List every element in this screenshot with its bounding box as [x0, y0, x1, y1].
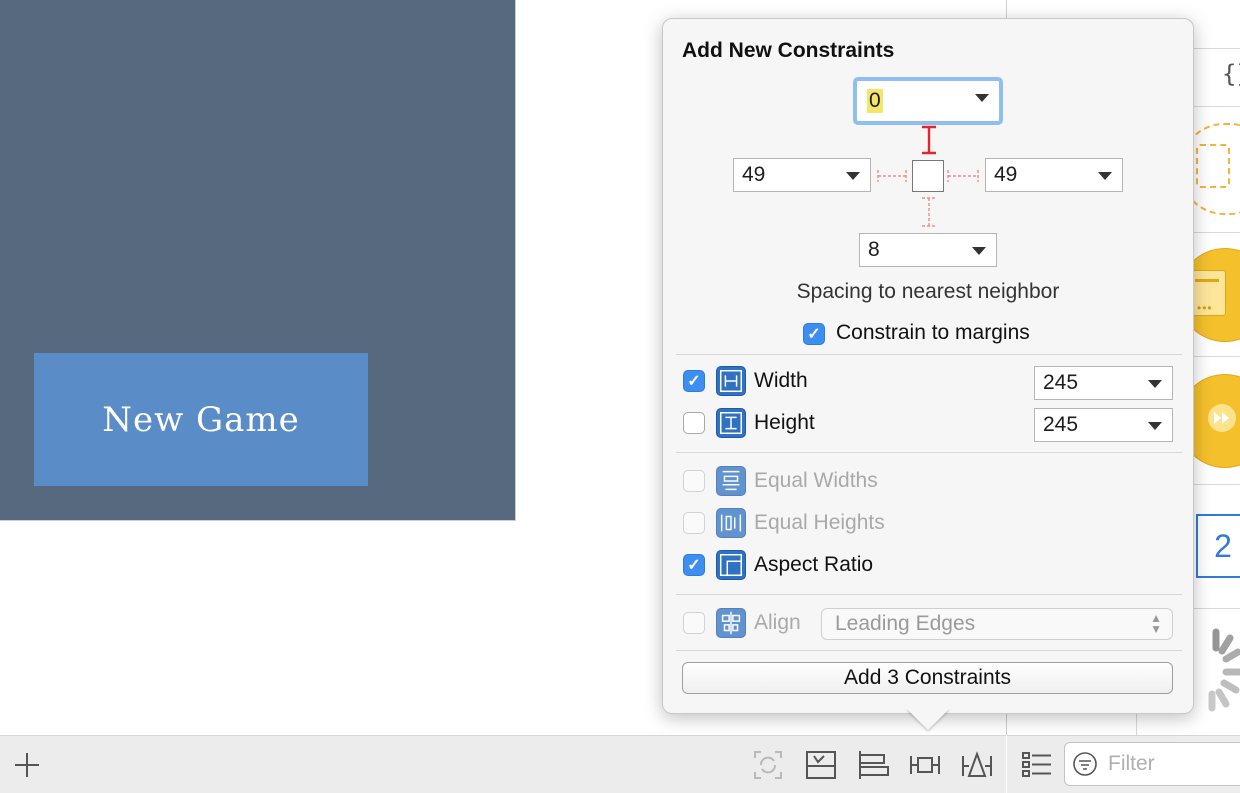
height-value: 245: [1043, 413, 1079, 436]
right-spacing-value: 49: [994, 163, 1018, 186]
section-divider: [676, 594, 1182, 595]
align-edges-icon: [716, 608, 746, 638]
view-object-icon: [1196, 144, 1230, 188]
equal-widths-icon: [716, 466, 746, 496]
spacing-caption: Spacing to nearest neighbor: [796, 280, 1060, 303]
add-constraints-button[interactable]: Add 3 Constraints: [682, 662, 1173, 694]
height-checkbox[interactable]: [683, 412, 705, 434]
activity-indicator-icon[interactable]: [1186, 622, 1240, 722]
resolve-issues-icon[interactable]: [960, 748, 994, 782]
align-label: Align: [754, 611, 801, 634]
top-spacing-value: 0: [867, 89, 883, 113]
filter-icon: [1073, 752, 1097, 776]
section-divider: [676, 354, 1182, 355]
aspect-ratio-checkbox[interactable]: ✓: [683, 554, 705, 576]
bottom-constraint-strut-icon[interactable]: [918, 196, 940, 228]
left-spacing-value: 49: [742, 163, 766, 186]
library-item-stepper[interactable]: 2: [1196, 514, 1240, 578]
align-edges-select[interactable]: Leading Edges ▲ ▼: [821, 608, 1173, 640]
chevron-down-icon[interactable]: [972, 247, 986, 255]
align-icon[interactable]: [857, 748, 891, 782]
chevron-down-icon[interactable]: [1148, 422, 1162, 430]
right-constraint-strut-icon[interactable]: [946, 166, 980, 186]
left-constraint-strut-icon[interactable]: [876, 166, 908, 186]
canvas-bottom-toolbar: [0, 735, 1006, 793]
width-value-field[interactable]: 245: [1034, 366, 1173, 400]
chevron-down-icon[interactable]: [1098, 172, 1112, 180]
constrained-view-box: [912, 160, 944, 192]
equal-heights-checkbox[interactable]: [683, 512, 705, 534]
section-divider: [676, 452, 1182, 453]
equal-heights-label: Equal Heights: [754, 511, 885, 534]
update-frames-icon[interactable]: [751, 748, 785, 782]
embed-stack-icon[interactable]: [804, 748, 838, 782]
height-label: Height: [754, 411, 815, 434]
height-value-field[interactable]: 245: [1034, 408, 1173, 442]
equal-widths-checkbox[interactable]: [683, 470, 705, 492]
aspect-ratio-label: Aspect Ratio: [754, 553, 874, 576]
width-label: Width: [754, 369, 808, 392]
constrain-to-margins-label: Constrain to margins: [836, 321, 1030, 344]
right-spacing-field[interactable]: 49: [985, 158, 1123, 192]
up-down-chevron-icon: ▲ ▼: [1150, 611, 1162, 636]
top-spacing-field[interactable]: 0: [853, 77, 1003, 125]
bottom-spacing-value: 8: [868, 238, 880, 261]
popover-title: Add New Constraints: [682, 39, 895, 62]
align-selected-value: Leading Edges: [835, 612, 976, 635]
pin-icon[interactable]: [908, 748, 942, 782]
chevron-down-icon[interactable]: [846, 172, 860, 180]
constrain-to-margins-checkbox[interactable]: ✓: [803, 323, 825, 345]
equal-widths-label: Equal Widths: [754, 469, 878, 492]
bottom-spacing-field[interactable]: 8: [859, 233, 997, 267]
height-constraint-icon: [716, 408, 746, 438]
equal-heights-icon: [716, 508, 746, 538]
plus-icon[interactable]: [10, 748, 44, 782]
forward-icon: [1208, 404, 1236, 432]
top-constraint-strut-icon[interactable]: [918, 125, 940, 155]
code-snippet-tab-icon[interactable]: {}: [1222, 60, 1240, 88]
aspect-ratio-icon: [716, 550, 746, 580]
left-spacing-field[interactable]: 49: [733, 158, 871, 192]
align-checkbox[interactable]: [683, 612, 705, 634]
chevron-down-icon[interactable]: [975, 94, 989, 102]
list-view-icon[interactable]: [1020, 748, 1054, 782]
chevron-down-icon[interactable]: [1148, 380, 1162, 388]
view-controller-icon: •••: [1190, 270, 1226, 316]
popover-arrow: [906, 708, 950, 730]
width-constraint-icon: [716, 366, 746, 396]
new-game-button[interactable]: New Game: [34, 353, 368, 486]
filter-placeholder: Filter: [1108, 752, 1155, 775]
section-divider: [676, 650, 1182, 651]
width-checkbox[interactable]: ✓: [683, 370, 705, 392]
width-value: 245: [1043, 371, 1079, 394]
